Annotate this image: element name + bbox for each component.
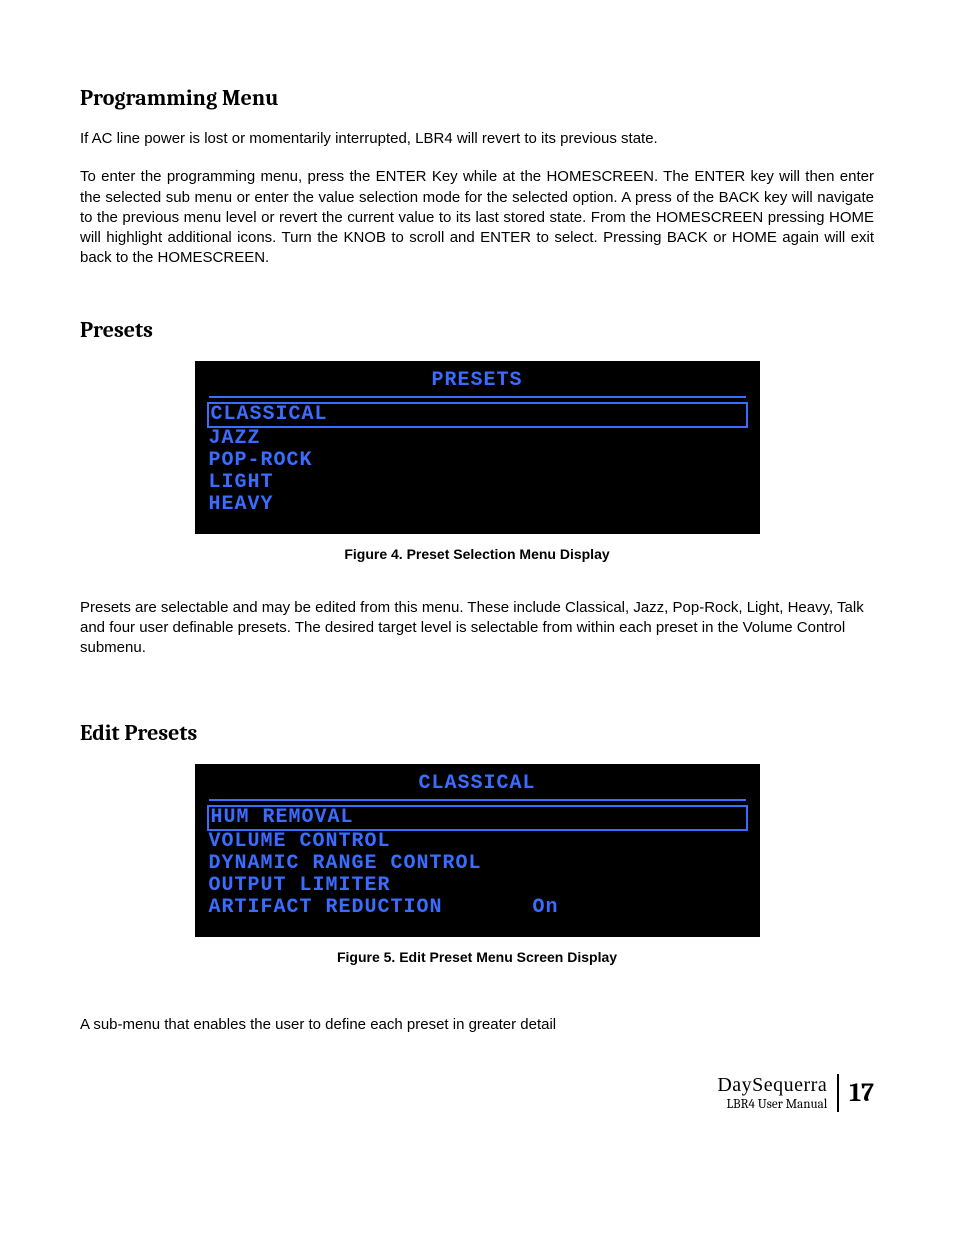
menu-item-label: HEAVY (209, 494, 274, 516)
heading-programming-menu: Programming Menu (80, 85, 874, 111)
edit-preset-display-screen: CLASSICAL HUM REMOVAL VOLUME CONTROL DYN… (195, 764, 760, 937)
menu-item-value: On (533, 897, 559, 919)
menu-item-artifact-reduction[interactable]: ARTIFACT REDUCTION On (209, 897, 746, 919)
menu-item-classical[interactable]: CLASSICAL (207, 402, 748, 428)
paragraph-text: A sub-menu that enables the user to defi… (80, 1015, 874, 1035)
menu-item-hum-removal[interactable]: HUM REMOVAL (207, 805, 748, 831)
display-title: PRESETS (209, 369, 746, 398)
figure-caption: Figure 5. Edit Preset Menu Screen Displa… (80, 949, 874, 965)
menu-list: CLASSICAL JAZZ POP-ROCK LIGHT HEAVY (209, 402, 746, 516)
heading-presets: Presets (80, 317, 874, 343)
paragraph-text: If AC line power is lost or momentarily … (80, 129, 874, 149)
menu-list: HUM REMOVAL VOLUME CONTROL DYNAMIC RANGE… (209, 805, 746, 919)
menu-item-label: HUM REMOVAL (211, 807, 354, 829)
paragraph-text: Presets are selectable and may be edited… (80, 598, 874, 659)
menu-item-label: ARTIFACT REDUCTION (209, 897, 443, 919)
menu-item-label: JAZZ (209, 428, 261, 450)
menu-item-pop-rock[interactable]: POP-ROCK (209, 450, 746, 472)
menu-item-label: CLASSICAL (211, 404, 328, 426)
manual-name: LBR4 User Manual (717, 1097, 827, 1112)
menu-item-jazz[interactable]: JAZZ (209, 428, 746, 450)
figure-caption: Figure 4. Preset Selection Menu Display (80, 546, 874, 562)
brand-name: DaySequerra (717, 1074, 827, 1097)
menu-item-heavy[interactable]: HEAVY (209, 494, 746, 516)
menu-item-label: VOLUME CONTROL (209, 831, 391, 853)
menu-item-label: LIGHT (209, 472, 274, 494)
menu-item-label: DYNAMIC RANGE CONTROL (209, 853, 482, 875)
display-title: CLASSICAL (209, 772, 746, 801)
page-number: 17 (849, 1078, 874, 1108)
presets-display-screen: PRESETS CLASSICAL JAZZ POP-ROCK LIGHT HE… (195, 361, 760, 534)
menu-item-output-limiter[interactable]: OUTPUT LIMITER (209, 875, 746, 897)
menu-item-light[interactable]: LIGHT (209, 472, 746, 494)
menu-item-label: OUTPUT LIMITER (209, 875, 391, 897)
menu-item-label: POP-ROCK (209, 450, 313, 472)
menu-item-volume-control[interactable]: VOLUME CONTROL (209, 831, 746, 853)
menu-item-dynamic-range-control[interactable]: DYNAMIC RANGE CONTROL (209, 853, 746, 875)
page-footer: DaySequerra LBR4 User Manual 17 (717, 1074, 874, 1112)
heading-edit-presets: Edit Presets (80, 720, 874, 746)
paragraph-text: To enter the programming menu, press the… (80, 167, 874, 268)
